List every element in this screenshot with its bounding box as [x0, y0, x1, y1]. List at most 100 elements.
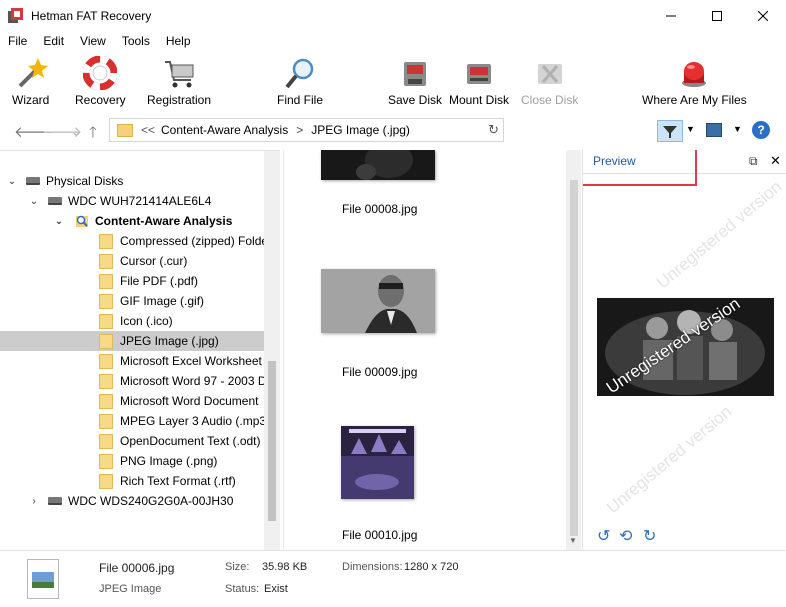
chevron-right-icon[interactable]: › — [28, 496, 40, 507]
recovery-label: Recovery — [75, 93, 126, 107]
lifebuoy-icon — [82, 55, 118, 91]
minimize-icon — [666, 15, 676, 16]
up-arrow-icon[interactable]: 🡑 — [89, 122, 97, 147]
minimize-button[interactable] — [648, 0, 694, 31]
chevron-down-icon[interactable]: ⌄ — [6, 176, 18, 187]
watermark-text: Unregistered version — [602, 401, 736, 518]
tree-item-folder[interactable]: Rich Text Format (.rtf) — [99, 471, 236, 491]
rotate-right-icon[interactable]: ↻ — [643, 526, 656, 546]
tree-item-label: JPEG Image (.jpg) — [120, 334, 219, 348]
menu-help[interactable]: Help — [158, 31, 199, 51]
tree-item-folder-selected[interactable]: JPEG Image (.jpg) — [0, 331, 264, 351]
disk-icon — [26, 177, 40, 185]
tree-item-physical-disks[interactable]: ⌄ Physical Disks — [6, 171, 124, 191]
status-filename: File 00006.jpg — [99, 561, 175, 575]
tree-item-folder[interactable]: PNG Image (.png) — [99, 451, 217, 471]
menu-view[interactable]: View — [72, 31, 114, 51]
tree-item-label: Physical Disks — [46, 174, 124, 188]
file-name[interactable]: File 00010.jpg — [342, 528, 417, 542]
tree-item-folder[interactable]: OpenDocument Text (.odt) — [99, 431, 261, 451]
toolbar: Wizard Recovery Registration Find File S… — [0, 51, 786, 111]
scroll-down-icon[interactable]: ▼ — [569, 536, 577, 545]
tree-item-folder[interactable]: Cursor (.cur) — [99, 251, 187, 271]
menu-bar: File Edit View Tools Help — [0, 31, 786, 51]
tree-item-folder[interactable]: File PDF (.pdf) — [99, 271, 198, 291]
tree-item-folder[interactable]: Microsoft Word 97 - 2003 D — [99, 371, 267, 391]
file-list-scrollbar-thumb[interactable] — [570, 180, 578, 536]
tree-item-disk[interactable]: ⌄ WDC WUH721414ALE6L4 — [28, 191, 212, 211]
tree-item-folder[interactable]: Icon (.ico) — [99, 311, 173, 331]
recovery-button[interactable]: Recovery — [75, 55, 126, 107]
registration-label: Registration — [147, 93, 212, 107]
folder-icon — [99, 333, 113, 349]
title-bar: Hetman FAT Recovery — [0, 0, 786, 31]
address-bar[interactable]: << Content-Aware Analysis > JPEG Image (… — [109, 118, 504, 142]
preview-image: Unregistered version — [597, 294, 774, 397]
watermark-text: Unregistered version — [652, 176, 786, 293]
where-are-my-files-button[interactable]: Where Are My Files — [642, 55, 747, 107]
save-disk-button[interactable]: Save Disk — [388, 55, 442, 107]
close-button[interactable] — [740, 0, 786, 31]
dropdown-arrow-icon[interactable]: ⌄ — [70, 122, 83, 140]
status-filetype: JPEG Image — [99, 583, 162, 595]
highlight-box — [583, 150, 697, 186]
file-thumbnail[interactable] — [341, 426, 414, 499]
tree-item-label: PNG Image (.png) — [120, 454, 218, 468]
tree-item-label: Rich Text Format (.rtf) — [120, 474, 236, 488]
file-thumbnail[interactable] — [321, 269, 435, 333]
file-list-scrollbar[interactable]: ▼ — [566, 150, 581, 550]
breadcrumb-item[interactable]: Content-Aware Analysis — [161, 123, 288, 137]
menu-edit[interactable]: Edit — [35, 31, 72, 51]
tree-item-folder[interactable]: GIF Image (.gif) — [99, 291, 204, 311]
tree-item-label: Icon (.ico) — [120, 314, 173, 328]
rotate-left-icon[interactable]: ↺ — [597, 526, 610, 546]
mount-disk-icon — [461, 55, 497, 91]
status-label: Status: — [225, 583, 260, 595]
maximize-button[interactable] — [694, 0, 740, 31]
help-button-icon — [676, 55, 712, 91]
file-thumbnail[interactable] — [321, 150, 435, 180]
folder-icon — [99, 353, 113, 369]
wizard-button[interactable]: Wizard — [12, 55, 49, 107]
breadcrumb-overflow[interactable]: << — [141, 123, 155, 137]
app-icon — [8, 7, 24, 24]
find-file-button[interactable]: Find File — [277, 55, 323, 107]
tree-item-disk[interactable]: › WDC WDS240G2G0A-00JH30 — [28, 491, 233, 511]
chevron-down-icon[interactable]: ⌄ — [53, 216, 65, 227]
wand-icon — [13, 55, 49, 91]
tree-item-label: Content-Aware Analysis — [95, 214, 233, 228]
cart-icon — [161, 55, 197, 91]
menu-file[interactable]: File — [0, 31, 35, 51]
mount-disk-button[interactable]: Mount Disk — [449, 55, 509, 107]
chevron-down-icon[interactable]: ⌄ — [28, 196, 40, 207]
file-name[interactable]: File 00008.jpg — [342, 202, 417, 216]
view-dropdown-icon[interactable]: ▼ — [733, 124, 742, 134]
file-name[interactable]: File 00009.jpg — [342, 365, 417, 379]
tree-item-folder[interactable]: Microsoft Word Document — [99, 391, 259, 411]
tree-scrollbar[interactable] — [264, 151, 280, 550]
registration-button[interactable]: Registration — [147, 55, 211, 107]
close-disk-button[interactable]: Close Disk — [521, 55, 578, 107]
tree-item-folder[interactable]: Compressed (zipped) Folde — [99, 231, 268, 251]
menu-tools[interactable]: Tools — [114, 31, 158, 51]
tree-item-label: MPEG Layer 3 Audio (.mp3) — [120, 414, 271, 428]
tree-item-folder[interactable]: Microsoft Excel Worksheet — [99, 351, 262, 371]
rotate-both-icon[interactable]: ⟲ — [619, 526, 632, 546]
tree-item-content-aware-analysis[interactable]: ⌄ Content-Aware Analysis — [53, 211, 233, 231]
tree-scrollbar-thumb[interactable] — [268, 361, 276, 521]
folder-icon — [99, 293, 113, 309]
view-mode-icon[interactable] — [706, 123, 722, 137]
float-window-icon[interactable]: ⧉ — [749, 154, 758, 169]
find-file-label: Find File — [277, 93, 324, 107]
breadcrumb-separator: > — [296, 123, 304, 137]
mount-disk-label: Mount Disk — [449, 93, 510, 107]
filter-button[interactable] — [657, 120, 683, 142]
refresh-icon[interactable]: ↻ — [488, 122, 499, 138]
tree-item-folder[interactable]: MPEG Layer 3 Audio (.mp3) — [99, 411, 270, 431]
breadcrumb-item[interactable]: JPEG Image (.jpg) — [311, 123, 410, 137]
close-preview-icon[interactable]: ✕ — [770, 153, 781, 169]
disk-icon — [48, 197, 62, 205]
folder-icon — [99, 233, 113, 249]
help-icon[interactable]: ? — [752, 121, 770, 139]
filter-dropdown-icon[interactable]: ▼ — [686, 124, 695, 134]
